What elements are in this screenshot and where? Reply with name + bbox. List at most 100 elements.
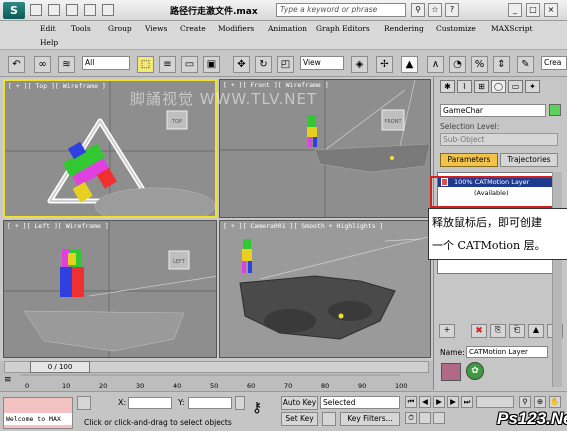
status-bar: Welcome to MAX X: Y: Click or click-and-… (0, 391, 567, 431)
sub-object-dropdown[interactable]: Sub-Object (440, 133, 558, 146)
modify-tab-icon[interactable]: ⌇ (457, 80, 472, 93)
default-in-out-tangents-icon[interactable] (322, 412, 336, 426)
layer-name-field[interactable]: CATMotion Layer (466, 346, 548, 358)
z-coord-spinner[interactable] (235, 396, 245, 410)
panel-scrollbar[interactable] (552, 172, 562, 387)
menu-maxscript[interactable]: MAXScript (491, 24, 533, 33)
layer-color-swatch[interactable] (441, 363, 461, 381)
minimize-icon[interactable]: _ (508, 3, 522, 17)
reference-coordinate-dropdown[interactable]: View (300, 56, 344, 70)
redo-icon[interactable] (102, 4, 114, 16)
move-icon[interactable]: ✥ (233, 56, 250, 73)
undo-icon[interactable] (84, 4, 96, 16)
object-color-swatch[interactable] (549, 104, 561, 116)
menu-animation[interactable]: Animation (268, 24, 307, 33)
frame-spinner[interactable] (476, 396, 514, 408)
tab-trajectories[interactable]: Trajectories (500, 153, 558, 167)
open-file-icon[interactable] (48, 4, 60, 16)
selection-lock-icon[interactable] (77, 396, 91, 410)
time-slider-thumb[interactable]: 0 / 100 (30, 361, 90, 373)
menu-group[interactable]: Group (108, 24, 132, 33)
quick-access-toolbar (30, 4, 114, 16)
binoculars-icon[interactable]: ⚲ (411, 3, 425, 17)
set-key-button[interactable]: Set Key (281, 412, 318, 426)
object-name-field[interactable]: GameChar (440, 104, 546, 117)
viewport-camera[interactable]: [ + ][ Camera001 ][ Smooth + Highlights … (219, 220, 431, 358)
select-manipulate-icon[interactable]: ✢ (376, 56, 393, 73)
cat-motion-icon[interactable]: ✿ (466, 362, 484, 380)
go-to-end-icon[interactable]: ⏭ (461, 396, 473, 408)
app-logo-icon[interactable]: S (3, 2, 25, 19)
add-layer-icon[interactable]: + (439, 324, 455, 338)
scale-icon[interactable]: ◰ (277, 56, 294, 73)
viewport-left[interactable]: [ + ][ Left ][ Wireframe ] LEFT (3, 220, 217, 358)
link-icon[interactable]: ∞ (34, 56, 51, 73)
new-file-icon[interactable] (30, 4, 42, 16)
bind-spacewarp-icon[interactable]: ≋ (58, 56, 75, 73)
rectangular-region-icon[interactable]: ▭ (181, 56, 198, 73)
key-icon[interactable]: ⚷ (252, 400, 262, 416)
pivot-center-icon[interactable]: ◈ (351, 56, 368, 73)
menu-edit[interactable]: Edit (40, 24, 56, 33)
next-frame-icon[interactable]: ▶ (447, 396, 459, 408)
angle-snap-icon[interactable]: ◔ (449, 56, 466, 73)
main-toolbar: ↶ ∞ ≋ All ⬚ ≡ ▭ ▣ ✥ ↻ ◰ View ◈ ✢ ▲ ∧ ◔ %… (0, 49, 567, 77)
x-coord-input[interactable] (128, 397, 172, 409)
menu-customize[interactable]: Customize (436, 24, 476, 33)
star-icon[interactable]: ☆ (428, 3, 442, 17)
motion-tab-icon[interactable]: ◯ (491, 80, 506, 93)
maximize-icon[interactable]: □ (526, 3, 540, 17)
snaps-toggle-icon[interactable]: ∧ (427, 56, 444, 73)
undo-icon[interactable]: ↶ (8, 56, 25, 73)
key-selection-dropdown[interactable]: Selected (320, 396, 400, 409)
previous-frame-icon[interactable]: ◀ (419, 396, 431, 408)
paste-layer-icon[interactable]: ⎗ (509, 324, 525, 338)
named-selection-sets-dropdown[interactable]: Crea (541, 56, 567, 70)
hierarchy-tab-icon[interactable]: ⊞ (474, 80, 489, 93)
create-tab-icon[interactable]: ✱ (440, 80, 455, 93)
rotate-icon[interactable]: ↻ (255, 56, 272, 73)
percent-snap-icon[interactable]: % (471, 56, 488, 73)
copy-layer-icon[interactable]: ⎘ (490, 324, 506, 338)
go-to-start-icon[interactable]: ⏮ (405, 396, 417, 408)
menu-create[interactable]: Create (180, 24, 206, 33)
zoom-icon[interactable]: ⚲ (519, 396, 531, 408)
menu-rendering[interactable]: Rendering (384, 24, 424, 33)
utilities-tab-icon[interactable]: ✦ (525, 80, 540, 93)
select-object-icon[interactable]: ⬚ (137, 56, 154, 73)
track-bar-toggle-icon[interactable]: ≡ (4, 375, 18, 388)
menu-graph-editors[interactable]: Graph Editors (316, 24, 370, 33)
field-of-view-icon[interactable] (419, 412, 431, 424)
menu-help[interactable]: Help (40, 38, 58, 47)
spinner-snap-icon[interactable]: ⇕ (493, 56, 510, 73)
close-icon[interactable]: × (544, 3, 558, 17)
window-crossing-icon[interactable]: ▣ (203, 56, 220, 73)
prompt-line: Click or click-and-drag to select object… (84, 418, 232, 427)
auto-key-button[interactable]: Auto Key (281, 396, 318, 410)
help-icon[interactable]: ? (445, 3, 459, 17)
y-coord-input[interactable] (188, 397, 232, 409)
pan-icon[interactable]: ✋ (549, 396, 561, 408)
delete-layer-icon[interactable]: ✖ (471, 324, 487, 338)
selection-filter-dropdown[interactable]: All (82, 56, 130, 70)
edit-named-selection-icon[interactable]: ✎ (517, 56, 534, 73)
search-input[interactable]: Type a keyword or phrase (276, 3, 406, 17)
display-tab-icon[interactable]: ▭ (508, 80, 523, 93)
orbit-icon[interactable] (433, 412, 445, 424)
zoom-all-icon[interactable]: ⊕ (534, 396, 546, 408)
watermark-logo: Ps123.Net (497, 409, 567, 428)
menu-modifiers[interactable]: Modifiers (218, 24, 254, 33)
play-icon[interactable]: ▶ (433, 396, 445, 408)
maxscript-input[interactable]: Welcome to MAX (4, 413, 72, 425)
timeline-tick-label: 30 (136, 382, 145, 390)
menu-tools[interactable]: Tools (71, 24, 91, 33)
menu-views[interactable]: Views (145, 24, 167, 33)
document-title: 路径行走激文件.max (170, 7, 258, 17)
select-by-name-icon[interactable]: ≡ (159, 56, 176, 73)
time-config-icon[interactable]: ⏱ (405, 412, 417, 424)
tab-parameters[interactable]: Parameters (440, 153, 498, 167)
save-file-icon[interactable] (66, 4, 78, 16)
move-layer-up-icon[interactable]: ▲ (528, 324, 544, 338)
keyboard-shortcut-override-icon[interactable]: ▲ (401, 56, 418, 73)
key-filters-button[interactable]: Key Filters... (340, 412, 400, 426)
